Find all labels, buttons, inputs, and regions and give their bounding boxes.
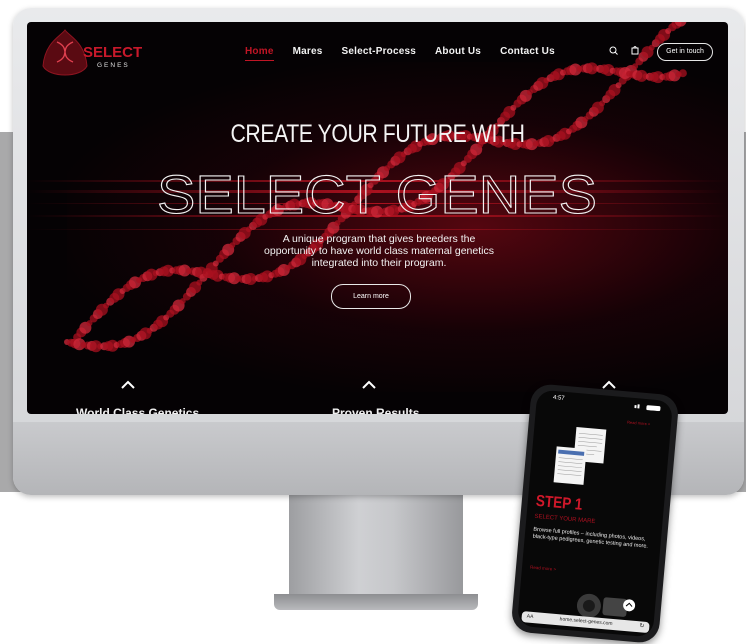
monitor-base <box>274 594 478 610</box>
chevron-up-icon[interactable] <box>120 380 136 390</box>
nav-about-us[interactable]: About Us <box>435 46 481 61</box>
phone-screen: 4:57 Read more > STEP 1 SELECT YOUR MARE… <box>516 389 674 638</box>
step-subtitle: SELECT YOUR MARE <box>534 513 596 526</box>
reload-icon[interactable]: ↻ <box>639 621 645 632</box>
nav-mares[interactable]: Mares <box>293 46 323 61</box>
nav-contact-us[interactable]: Contact Us <box>500 46 555 61</box>
nav-select-process[interactable]: Select-Process <box>342 46 417 61</box>
feature-title: Proven Results <box>332 406 420 414</box>
read-more-link[interactable]: Read more > <box>627 419 651 426</box>
document-image <box>553 446 587 485</box>
logo-text-main: SELECT <box>83 44 143 61</box>
nav-icons <box>608 44 648 63</box>
phone-time: 4:57 <box>552 394 565 402</box>
dna-bead <box>678 69 687 78</box>
chevron-up-icon[interactable] <box>361 380 377 390</box>
learn-more-button[interactable]: Learn more <box>331 284 411 309</box>
select-genes-logo[interactable]: SELECT GENES <box>35 28 145 82</box>
get-in-touch-button[interactable]: Get in touch <box>657 43 713 61</box>
main-nav: Home Mares Select-Process About Us Conta… <box>245 46 555 61</box>
logo-text-sub: GENES <box>97 62 130 69</box>
read-more-link[interactable]: Read more > <box>530 565 556 572</box>
feature-title: World Class Genetics <box>76 406 200 414</box>
hero-big-title-text: SELECT GENES <box>157 165 597 225</box>
hero-headline: CREATE YOUR FUTURE WITH <box>230 120 525 148</box>
step-description: Browse full profiles – including photos,… <box>532 526 649 550</box>
monitor-stand <box>289 492 463 602</box>
hero-subtitle: A unique program that gives breeders the… <box>264 233 494 269</box>
nav-home[interactable]: Home <box>245 46 274 61</box>
text-size-button[interactable]: AA <box>526 611 534 623</box>
phone-mockup: 4:57 Read more > STEP 1 SELECT YOUR MARE… <box>510 383 680 644</box>
status-icons <box>634 404 661 412</box>
website-screen: SELECT GENES Home Mares Select-Process A… <box>27 22 728 414</box>
bag-icon[interactable] <box>631 46 639 55</box>
hero-big-title: SELECT GENES <box>156 164 597 225</box>
step-title: STEP 1 <box>535 492 584 514</box>
search-icon[interactable] <box>609 46 618 55</box>
